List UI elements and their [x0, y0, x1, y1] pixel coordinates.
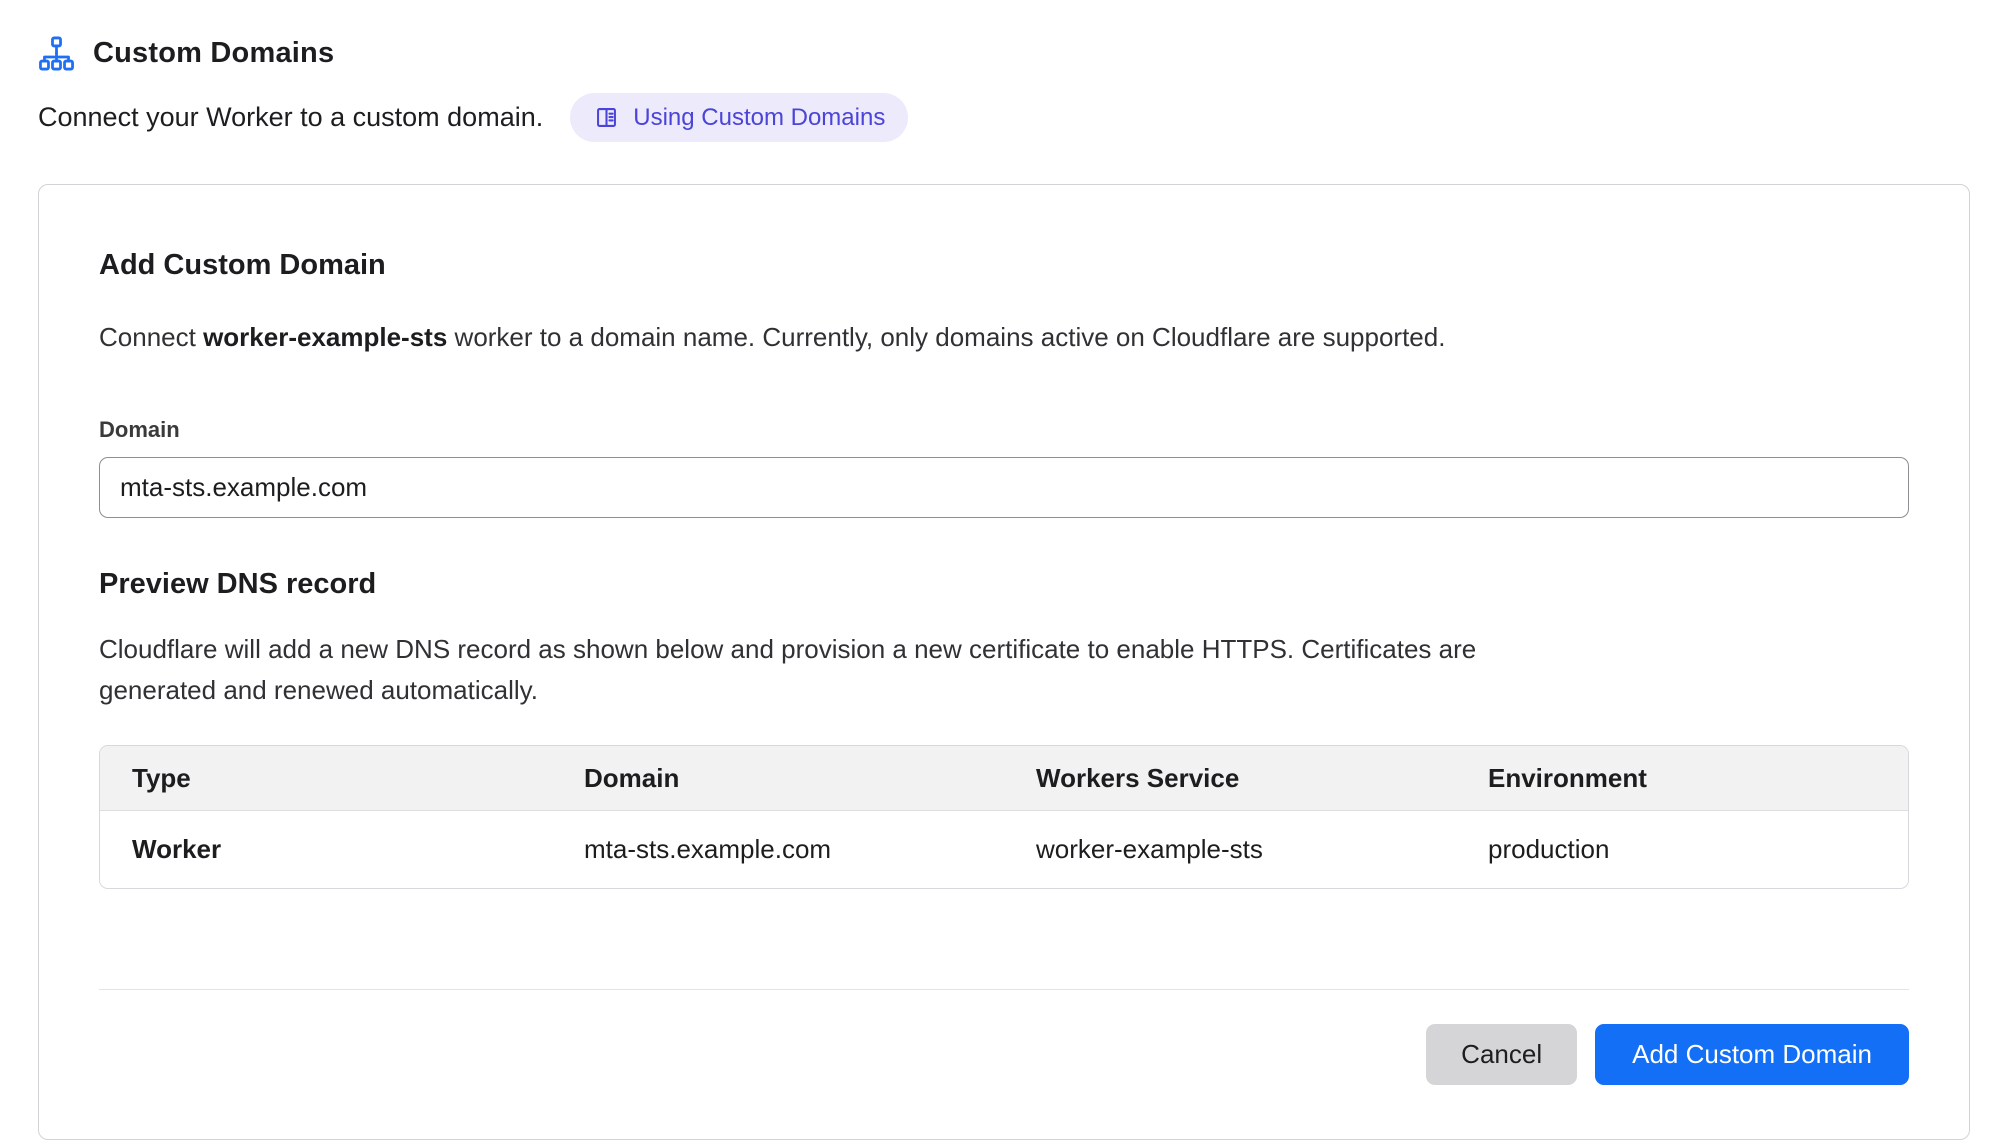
docs-link-label: Using Custom Domains [633, 106, 885, 130]
card-description: Connect worker-example-sts worker to a d… [99, 322, 1909, 353]
card-description-prefix: Connect [99, 322, 203, 352]
column-header-domain: Domain [552, 746, 1004, 811]
custom-domains-page: Custom Domains Connect your Worker to a … [0, 0, 1999, 1140]
add-custom-domain-button[interactable]: Add Custom Domain [1595, 1024, 1909, 1085]
table-header: Type Domain Workers Service Environment [100, 746, 1908, 811]
footer-divider [99, 989, 1909, 990]
worker-name: worker-example-sts [203, 322, 447, 352]
page-header: Custom Domains Connect your Worker to a … [38, 30, 1970, 142]
domain-label: Domain [99, 417, 1909, 443]
dns-preview-table: Type Domain Workers Service Environment … [99, 745, 1909, 889]
table-body: Worker mta-sts.example.com worker-exampl… [100, 811, 1908, 888]
column-header-workers-service: Workers Service [1004, 746, 1456, 811]
subtitle-row: Connect your Worker to a custom domain. … [38, 93, 1970, 142]
actions-row: Cancel Add Custom Domain [99, 1024, 1909, 1085]
cell-environment: production [1456, 811, 1908, 888]
open-book-icon [593, 104, 620, 131]
cancel-button[interactable]: Cancel [1426, 1024, 1577, 1085]
table-row: Worker mta-sts.example.com worker-exampl… [100, 811, 1908, 888]
card-description-suffix: worker to a domain name. Currently, only… [447, 322, 1445, 352]
cell-domain: mta-sts.example.com [552, 811, 1004, 888]
sitemap-icon [38, 35, 75, 72]
table-header-row: Type Domain Workers Service Environment [100, 746, 1908, 811]
add-custom-domain-card: Add Custom Domain Connect worker-example… [38, 184, 1970, 1140]
card-heading: Add Custom Domain [99, 249, 1909, 282]
page-subtitle: Connect your Worker to a custom domain. [38, 102, 543, 133]
docs-link-using-custom-domains[interactable]: Using Custom Domains [570, 93, 908, 142]
preview-dns-heading: Preview DNS record [99, 568, 1909, 601]
preview-dns-description: Cloudflare will add a new DNS record as … [99, 629, 1559, 711]
cell-workers-service: worker-example-sts [1004, 811, 1456, 888]
page-title: Custom Domains [93, 37, 334, 70]
column-header-environment: Environment [1456, 746, 1908, 811]
title-row: Custom Domains [38, 30, 1970, 76]
domain-input[interactable] [99, 457, 1909, 518]
cell-type: Worker [100, 811, 552, 888]
column-header-type: Type [100, 746, 552, 811]
